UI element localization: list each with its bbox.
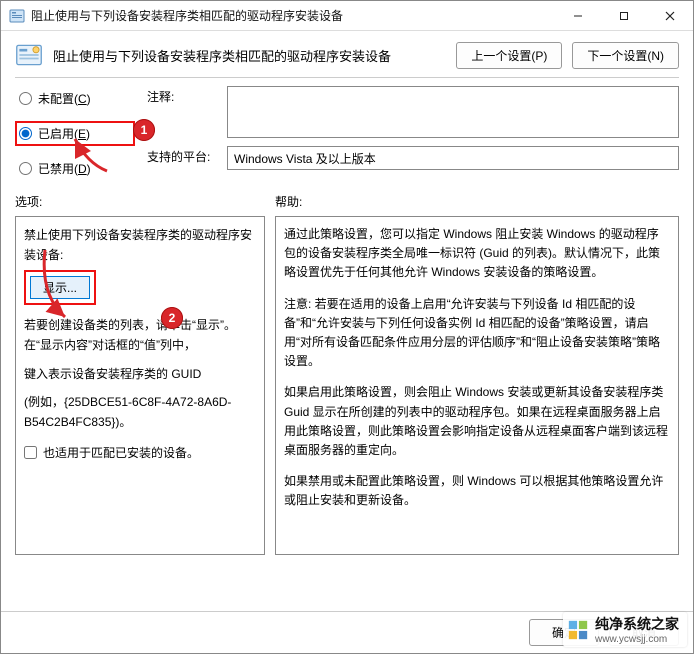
help-header: 帮助: — [275, 191, 679, 216]
lower-panes: 选项: 禁止使用下列设备安装程序类的驱动程序安装设备: 显示... 若要创建设备… — [1, 183, 693, 555]
show-highlight-box: 显示... — [24, 270, 96, 305]
titlebar: 阻止使用与下列设备安装程序类相匹配的驱动程序安装设备 — [1, 1, 693, 31]
radio-not-configured[interactable]: 未配置(C) — [15, 88, 135, 109]
also-apply-checkbox[interactable] — [24, 446, 37, 459]
help-pane: 帮助: 通过此策略设置，您可以指定 Windows 阻止安装 Windows 的… — [275, 191, 679, 555]
also-apply-checkbox-row[interactable]: 也适用于匹配已安装的设备。 — [24, 443, 256, 463]
supported-field: Windows Vista 及以上版本 — [227, 146, 679, 170]
comment-label: 注释: — [147, 86, 217, 105]
options-desc1: 禁止使用下列设备安装程序类的驱动程序安装设备: — [24, 225, 256, 266]
minimize-icon — [573, 11, 583, 21]
policy-icon — [9, 8, 25, 24]
window-title: 阻止使用与下列设备安装程序类相匹配的驱动程序安装设备 — [31, 7, 555, 24]
supported-label: 支持的平台: — [147, 146, 217, 165]
options-desc4: (例如，{25DBCE51-6C8F-4A72-8A6D-B54C2B4FC83… — [24, 392, 256, 433]
options-desc2: 若要创建设备类的列表，请单击“显示”。 在“显示内容”对话框的“值”列中， — [24, 315, 256, 356]
close-button[interactable] — [647, 1, 693, 31]
next-setting-button[interactable]: 下一个设置(N) — [572, 42, 679, 69]
maximize-button[interactable] — [601, 1, 647, 31]
radio-not-configured-input[interactable] — [19, 92, 32, 105]
policy-header: 阻止使用与下列设备安装程序类相匹配的驱动程序安装设备 上一个设置(P) 下一个设… — [1, 31, 693, 77]
also-apply-label: 也适用于匹配已安装的设备。 — [43, 443, 199, 463]
previous-setting-button[interactable]: 上一个设置(P) — [456, 42, 562, 69]
radio-disabled[interactable]: 已禁用(D) — [15, 158, 135, 179]
config-area: 未配置(C) 已启用(E) 已禁用(D) 注释: 支持的平台: Windows … — [1, 78, 693, 183]
minimize-button[interactable] — [555, 1, 601, 31]
policy-title: 阻止使用与下列设备安装程序类相匹配的驱动程序安装设备 — [53, 46, 446, 65]
options-desc3: 键入表示设备安装程序类的 GUID — [24, 364, 256, 384]
radio-disabled-label: 已禁用(D) — [38, 162, 91, 176]
watermark-url: www.ycwsjj.com — [595, 634, 679, 645]
state-radios: 未配置(C) 已启用(E) 已禁用(D) — [15, 86, 135, 179]
help-p3: 如果启用此策略设置，则会阻止 Windows 安装或更新其设备安装程序类 Gui… — [284, 383, 670, 460]
close-icon — [665, 11, 675, 21]
help-p2: 注意: 若要在适用的设备上启用“允许安装与下列设备 Id 相匹配的设备”和“允许… — [284, 295, 670, 372]
help-body: 通过此策略设置，您可以指定 Windows 阻止安装 Windows 的驱动程序… — [275, 216, 679, 555]
watermark-name: 纯净系统之家 — [595, 614, 679, 634]
maximize-icon — [619, 11, 629, 21]
radio-enabled[interactable]: 已启用(E) — [19, 125, 90, 142]
radio-disabled-input[interactable] — [19, 162, 32, 175]
options-pane: 选项: 禁止使用下列设备安装程序类的驱动程序安装设备: 显示... 若要创建设备… — [15, 191, 265, 555]
radio-not-configured-label: 未配置(C) — [38, 92, 91, 106]
enabled-highlight-box: 已启用(E) — [15, 121, 135, 146]
help-p1: 通过此策略设置，您可以指定 Windows 阻止安装 Windows 的驱动程序… — [284, 225, 670, 283]
options-body: 禁止使用下列设备安装程序类的驱动程序安装设备: 显示... 若要创建设备类的列表… — [15, 216, 265, 555]
help-p4: 如果禁用或未配置此策略设置，则 Windows 可以根据其他策略设置允许或阻止安… — [284, 472, 670, 510]
show-button[interactable]: 显示... — [30, 276, 90, 299]
policy-large-icon — [15, 41, 43, 69]
options-header: 选项: — [15, 191, 265, 216]
radio-enabled-input[interactable] — [19, 127, 32, 140]
watermark: 纯净系统之家 www.ycwsjj.com — [563, 612, 687, 647]
comment-field[interactable] — [227, 86, 679, 138]
watermark-logo-icon — [567, 619, 589, 641]
radio-enabled-label: 已启用(E) — [38, 127, 90, 141]
